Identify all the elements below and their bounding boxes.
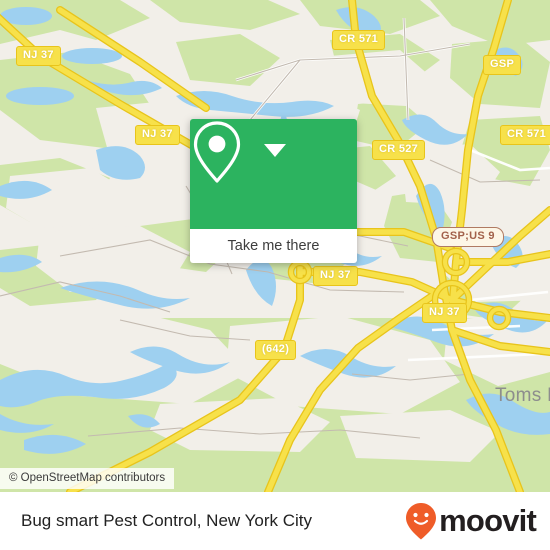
moovit-wordmark: moovit [439, 503, 537, 538]
city-label-toms-river: Toms R [495, 385, 550, 406]
road-shield-nj37-e[interactable]: NJ 37 [422, 303, 467, 323]
road-shield-cr527[interactable]: CR 527 [372, 140, 426, 160]
road-shield-nj37-w[interactable]: NJ 37 [135, 125, 180, 145]
popup-pointer-tail [264, 144, 286, 157]
moovit-pin-icon [406, 503, 437, 540]
location-popup-card[interactable]: Take me there [190, 119, 357, 263]
moovit-logo[interactable]: moovit [404, 501, 537, 541]
page-footer: Bug smart Pest Control, New York City mo… [0, 492, 550, 550]
road-shield-gsp-ne[interactable]: GSP [483, 55, 522, 75]
osm-attribution[interactable]: © OpenStreetMap contributors [0, 468, 175, 489]
road-shield-nj37-nw[interactable]: NJ 37 [16, 46, 61, 66]
map-pin-icon [193, 121, 241, 183]
location-title: Bug smart Pest Control, New York City [21, 511, 313, 530]
road-shield-gsp-us9[interactable]: GSP;US 9 [432, 227, 504, 247]
popup-header [190, 119, 357, 229]
road-shield-nj37-c[interactable]: NJ 37 [313, 266, 358, 286]
take-me-there-button[interactable]: Take me there [190, 229, 357, 263]
road-shield-642[interactable]: (642) [255, 340, 297, 360]
map-canvas[interactable]: NJ 37 NJ 37 CR 571 GSP CR 571 CR 527 GSP… [0, 0, 550, 492]
road-shield-cr571-n[interactable]: CR 571 [332, 30, 386, 50]
road-shield-cr571-e[interactable]: CR 571 [500, 125, 550, 145]
moovit-map-page: NJ 37 NJ 37 CR 571 GSP CR 571 CR 527 GSP… [0, 0, 550, 550]
